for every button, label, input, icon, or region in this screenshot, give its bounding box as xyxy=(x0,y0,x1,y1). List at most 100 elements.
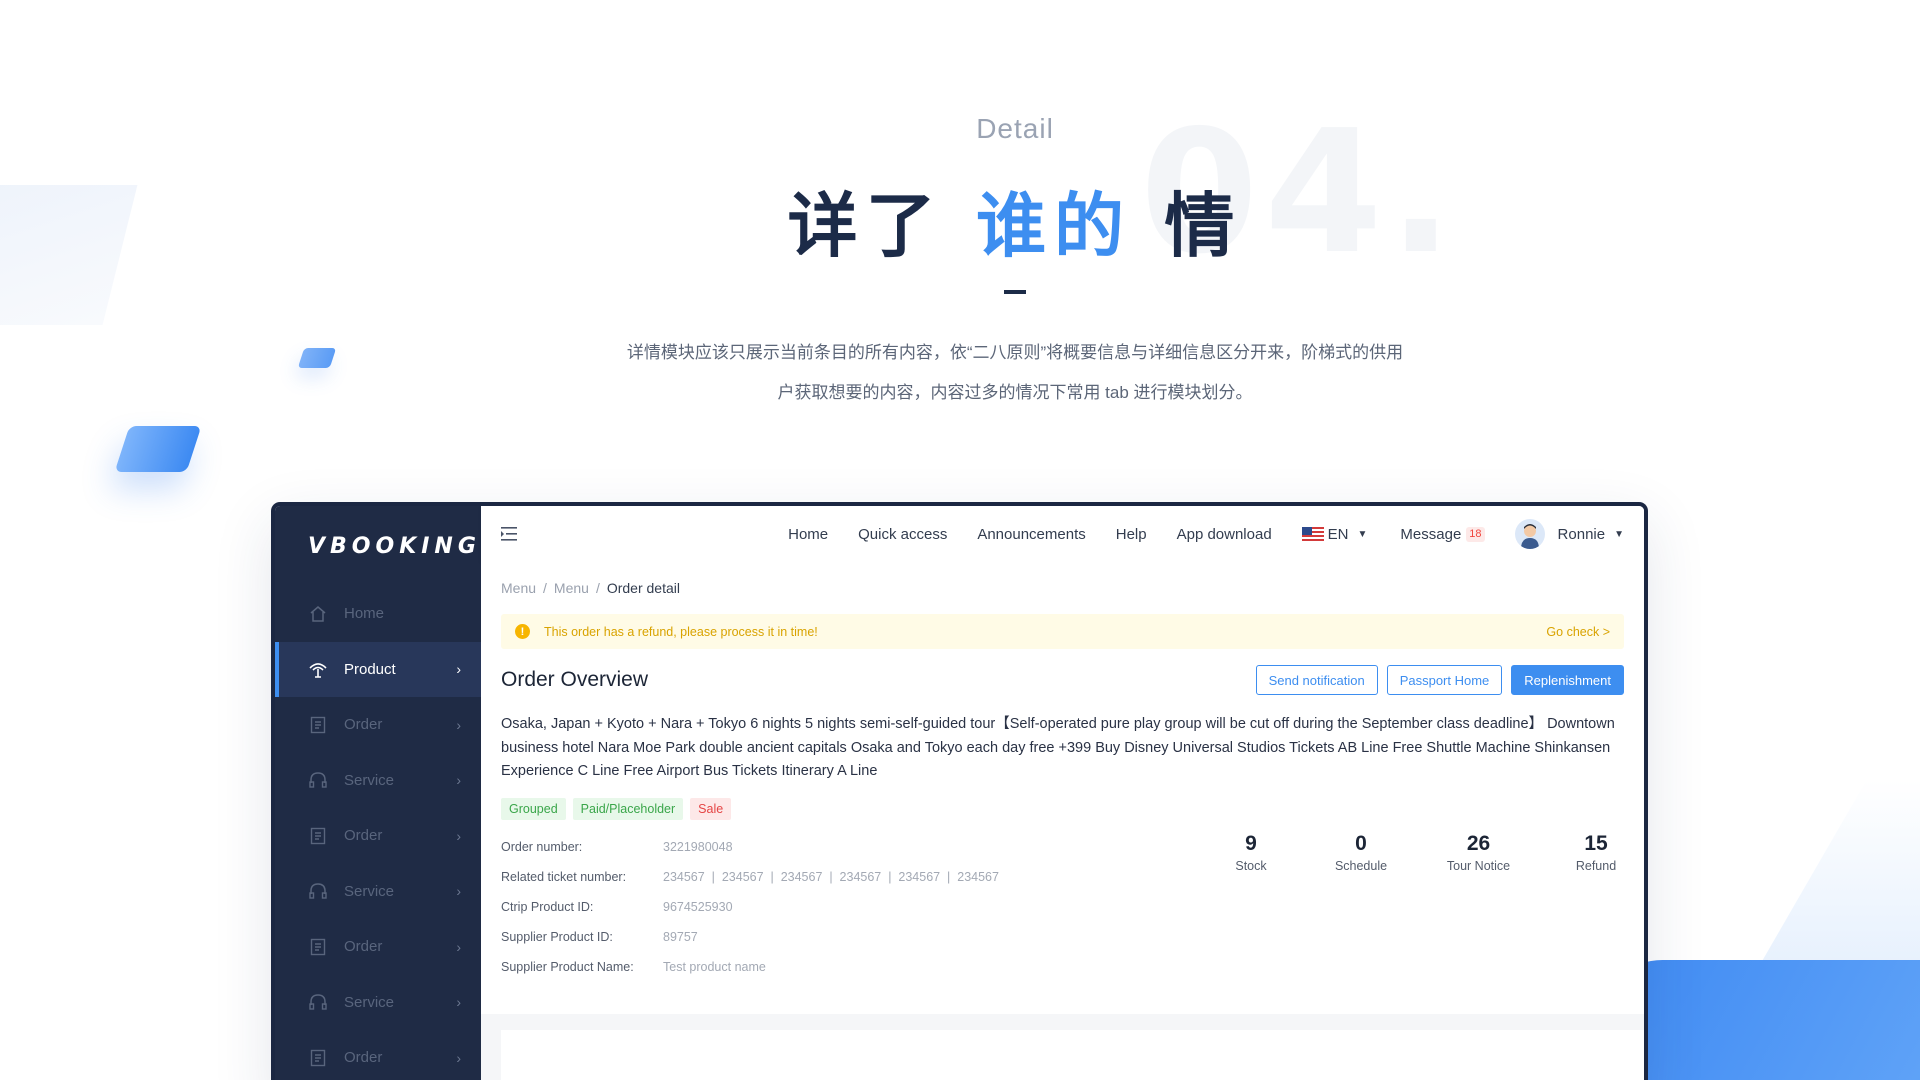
status-badge: Grouped xyxy=(501,797,566,820)
section-headline: 详了 谁的 情 xyxy=(0,170,1920,271)
breadcrumb-item[interactable]: Menu xyxy=(501,580,536,596)
language-selector[interactable]: EN ▼ xyxy=(1301,525,1368,543)
replenishment-button[interactable]: Replenishment xyxy=(1511,665,1624,695)
order-icon xyxy=(307,714,329,736)
user-menu[interactable]: Ronnie ▼ xyxy=(1514,519,1624,549)
sidebar-item-label: Order xyxy=(344,827,383,845)
info-value: Test product name xyxy=(663,959,766,974)
section-label: Detail xyxy=(976,113,1054,144)
headline-accent: 谁的 xyxy=(976,185,1132,267)
refund-alert: ! This order has a refund, please proces… xyxy=(501,614,1624,649)
user-name: Ronnie xyxy=(1557,525,1606,543)
sidebar-item-label: Service xyxy=(344,771,395,789)
order-info: Order number: 3221980048 Related ticket nu… xyxy=(501,832,1624,982)
info-label: Supplier Product Name: xyxy=(501,959,634,974)
info-label: Related ticket number: xyxy=(501,869,627,884)
chevron-right-icon: › xyxy=(456,1049,461,1066)
sidebar-item-label: Home xyxy=(344,605,385,623)
order-icon xyxy=(307,1047,329,1069)
top-nav: Home Quick access Announcements Help App… xyxy=(758,519,1624,549)
messages-label: Message xyxy=(1400,525,1462,543)
sidebar-item-label: Order xyxy=(344,1049,383,1067)
sidebar-nav: Home Product › Order › Service › Order › Service ›… xyxy=(275,586,481,1080)
top-link-app-download[interactable]: App download xyxy=(1177,526,1272,543)
top-link-quick-access[interactable]: Quick access xyxy=(858,526,947,543)
chevron-right-icon: › xyxy=(456,716,461,733)
headset-icon xyxy=(307,991,329,1013)
chevron-right-icon: › xyxy=(456,827,461,844)
secondary-panel xyxy=(501,1030,1644,1080)
messages-button[interactable]: Message 18 xyxy=(1400,525,1485,543)
stat-value: 9 xyxy=(1245,831,1257,855)
overview-actions: Send notification Passport Home Replenis… xyxy=(1247,665,1624,695)
headline-part-1: 详了 xyxy=(787,185,976,267)
chevron-right-icon: › xyxy=(456,938,461,955)
info-label: Supplier Product ID: xyxy=(501,929,613,944)
sidebar-item-order[interactable]: Order › xyxy=(275,808,481,864)
top-link-help[interactable]: Help xyxy=(1116,526,1147,543)
chevron-right-icon: › xyxy=(456,772,461,789)
breadcrumb-item[interactable]: Menu xyxy=(554,580,589,596)
stat-refund: 15 Refund xyxy=(1541,831,1644,873)
sidebar-item-label: Order xyxy=(344,938,383,956)
status-badge: Paid/Placeholder xyxy=(572,797,684,820)
headset-icon xyxy=(307,880,329,902)
stat-label: Tour Notice xyxy=(1446,858,1511,873)
stat-label: Refund xyxy=(1575,858,1617,873)
headline-part-2: 情 xyxy=(1132,185,1243,267)
stat-tour-notice: 26 Tour Notice xyxy=(1416,832,1541,873)
sidebar-item-service[interactable]: Service › xyxy=(275,975,481,1031)
sidebar-item-order[interactable]: Order › xyxy=(275,1030,481,1080)
send-notification-button[interactable]: Send notification xyxy=(1255,665,1378,695)
info-row: Supplier Product ID: 89757 xyxy=(501,922,1624,952)
intro-line-2: 户获取想要的内容，内容过多的情况下常用 tab 进行模块划分。 xyxy=(777,383,1253,402)
sidebar-item-order[interactable]: Order › xyxy=(275,697,481,753)
info-value: 9674525930 xyxy=(663,899,733,914)
top-link-home[interactable]: Home xyxy=(788,526,828,543)
section-intro: 详情模块应该只展示当前条目的所有内容，依“二八原则”将概要信息与详细信息区分开来… xyxy=(560,333,1470,413)
sidebar-item-home[interactable]: Home xyxy=(275,586,481,642)
go-check-link[interactable]: Go check > xyxy=(1546,625,1610,639)
caret-down-icon: ▼ xyxy=(1357,528,1368,540)
avatar xyxy=(1514,519,1545,549)
app-logo: VBOOKING xyxy=(308,533,481,559)
status-badge: Sale xyxy=(690,797,732,820)
stat-stock: 9 Stock xyxy=(1196,832,1306,873)
sidebar-item-service[interactable]: Service › xyxy=(275,864,481,920)
top-link-announcements[interactable]: Announcements xyxy=(977,526,1085,543)
decorative-chip-small xyxy=(297,348,337,368)
stat-label: Schedule xyxy=(1334,858,1388,873)
home-icon xyxy=(307,603,329,625)
page-title: Order Overview xyxy=(501,668,649,691)
overview-header: Order Overview Send notification Passpor… xyxy=(501,649,1624,711)
stat-value: 0 xyxy=(1355,831,1367,855)
info-value: 89757 xyxy=(663,929,698,944)
product-icon xyxy=(307,658,329,680)
stat-label: Stock xyxy=(1235,858,1267,873)
product-name: Osaka, Japan + Kyoto + Nara + Tokyo 6 ni… xyxy=(501,716,1615,779)
language-label: EN xyxy=(1327,525,1349,543)
sidebar-item-service[interactable]: Service › xyxy=(275,753,481,809)
stat-schedule: 0 Schedule xyxy=(1306,832,1416,873)
sidebar-item-order[interactable]: Order › xyxy=(275,919,481,975)
info-value: 3221980048 xyxy=(663,839,733,854)
headline-divider xyxy=(1004,290,1026,294)
warning-icon: ! xyxy=(515,624,530,639)
order-stats: 9 Stock 0 Schedule 26 Tour Notice 15 Refund xyxy=(1196,831,1644,873)
chevron-right-icon: › xyxy=(456,994,461,1011)
sidebar-item-label: Service xyxy=(344,993,395,1011)
sidebar-item-product[interactable]: Product › xyxy=(275,641,481,697)
status-tags: Grouped Paid/Placeholder Sale xyxy=(501,797,1624,820)
sidebar: VBOOKING Home Product › Order › Service › Order… xyxy=(275,506,481,1080)
chevron-right-icon: › xyxy=(456,661,461,678)
caret-down-icon: ▼ xyxy=(1614,528,1624,540)
intro-line-1: 详情模块应该只展示当前条目的所有内容，依“二八原则”将概要信息与详细信息区分开来… xyxy=(626,343,1404,362)
passport-home-button[interactable]: Passport Home xyxy=(1386,665,1503,695)
info-value: 234567 | 234567 | 234567 | 234567 | 2345… xyxy=(663,869,999,884)
headset-icon xyxy=(307,769,329,791)
stat-value: 15 xyxy=(1584,831,1608,855)
info-label: Ctrip Product ID: xyxy=(501,899,594,914)
breadcrumb-current: Order detail xyxy=(606,580,680,596)
collapse-menu-icon[interactable] xyxy=(501,524,521,544)
message-count-badge: 18 xyxy=(1466,526,1485,542)
